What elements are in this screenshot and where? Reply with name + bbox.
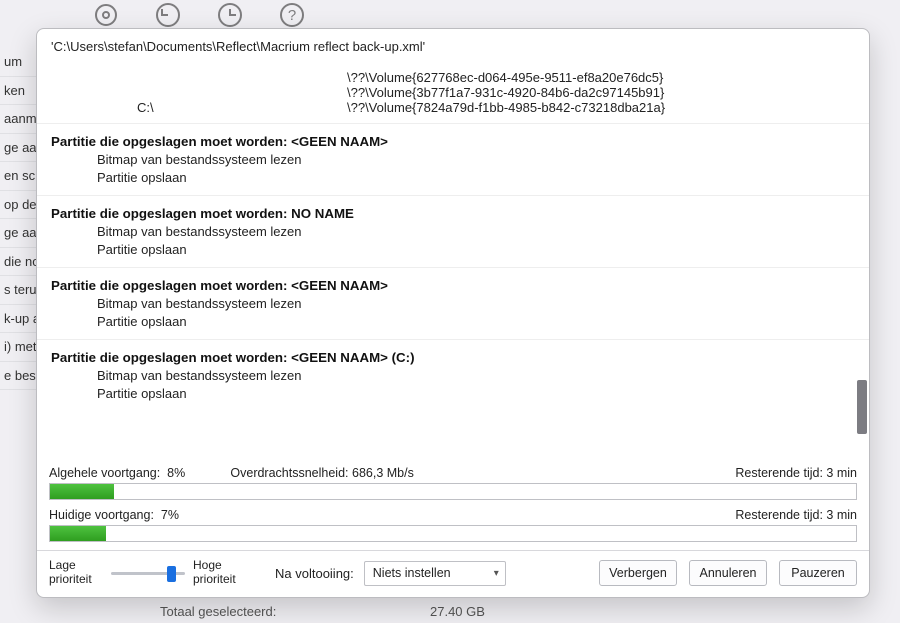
priority-slider[interactable] <box>111 564 185 582</box>
partition-section: Partitie die opgeslagen moet worden: <GE… <box>37 267 869 339</box>
overall-progress-label: Algehele voortgang: 8% Overdrachtssnelhe… <box>49 466 414 480</box>
pause-button[interactable]: Pauzeren <box>779 560 857 586</box>
log-area[interactable]: \??\Volume{627768ec-d064-495e-9511-ef8a2… <box>37 60 869 458</box>
current-remaining: Resterende tijd: 3 min <box>735 508 857 522</box>
volume-list: \??\Volume{627768ec-d064-495e-9511-ef8a2… <box>37 62 869 123</box>
svg-text:?: ? <box>288 7 296 24</box>
section-step: Partitie opslaan <box>51 383 859 401</box>
section-step: Bitmap van bestandssysteem lezen <box>51 149 859 167</box>
overall-progress-bar <box>49 483 857 500</box>
help-icon: ? <box>276 0 308 30</box>
on-completion-select[interactable]: Niets instellen ▾ <box>364 561 506 586</box>
section-heading: Partitie die opgeslagen moet worden: <GE… <box>51 278 859 293</box>
chevron-down-icon: ▾ <box>494 568 499 579</box>
partition-section: Partitie die opgeslagen moet worden: <GE… <box>37 339 869 411</box>
refresh-icon <box>152 0 184 30</box>
clock-icon <box>214 0 246 30</box>
section-step: Bitmap van bestandssysteem lezen <box>51 293 859 311</box>
volume-row: C:\\??\Volume{7824a79d-f1bb-4985-b842-c7… <box>137 100 869 115</box>
section-heading: Partitie die opgeslagen moet worden: NO … <box>51 206 859 221</box>
dialog-footer: Lage prioriteit Hoge prioriteit Na volto… <box>37 550 869 597</box>
current-progress-label: Huidige voortgang: 7% <box>49 508 179 522</box>
current-progress-bar <box>49 525 857 542</box>
section-step: Bitmap van bestandssysteem lezen <box>51 221 859 239</box>
on-completion-label: Na voltooiing: <box>275 566 354 581</box>
gear-icon <box>90 0 122 30</box>
partition-section: Partitie die opgeslagen moet worden: <GE… <box>37 123 869 195</box>
progress-block: Algehele voortgang: 8% Overdrachtssnelhe… <box>37 458 869 550</box>
volume-row: \??\Volume{627768ec-d064-495e-9511-ef8a2… <box>137 70 869 85</box>
section-heading: Partitie die opgeslagen moet worden: <GE… <box>51 350 859 365</box>
overall-remaining: Resterende tijd: 3 min <box>735 466 857 480</box>
scrollbar-thumb[interactable] <box>857 380 867 434</box>
dialog-title: 'C:\Users\stefan\Documents\Reflect\Macri… <box>37 29 869 60</box>
section-step: Partitie opslaan <box>51 239 859 257</box>
section-step: Partitie opslaan <box>51 167 859 185</box>
partition-section: Partitie die opgeslagen moet worden: NO … <box>37 195 869 267</box>
section-step: Bitmap van bestandssysteem lezen <box>51 365 859 383</box>
cancel-button[interactable]: Annuleren <box>689 560 767 586</box>
backup-progress-dialog: 'C:\Users\stefan\Documents\Reflect\Macri… <box>36 28 870 598</box>
high-priority-label: Hoge prioriteit <box>193 559 247 587</box>
section-heading: Partitie die opgeslagen moet worden: <GE… <box>51 134 859 149</box>
low-priority-label: Lage prioriteit <box>49 559 103 587</box>
section-step: Partitie opslaan <box>51 311 859 329</box>
hide-button[interactable]: Verbergen <box>599 560 677 586</box>
volume-row: \??\Volume{3b77f1a7-931c-4920-84b6-da2c9… <box>137 85 869 100</box>
scrollbar[interactable] <box>855 60 867 458</box>
